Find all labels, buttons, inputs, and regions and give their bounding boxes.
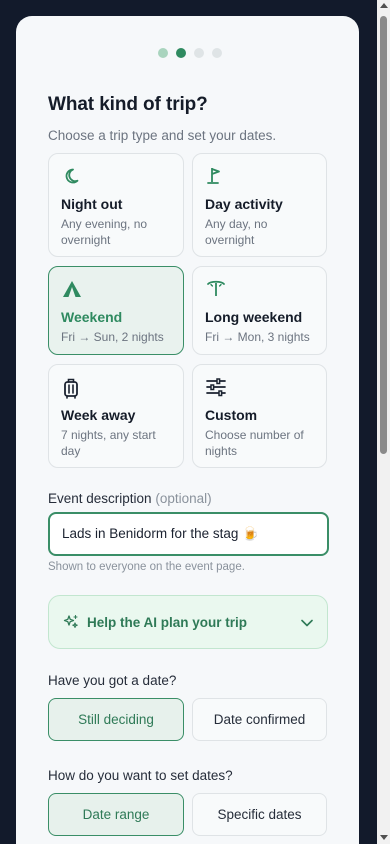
sparkles-icon [63, 614, 79, 630]
ai-help-label: Help the AI plan your trip [87, 614, 248, 630]
trip-type-title: Week away [61, 407, 136, 423]
trip-type-grid: Night out Any evening, no overnight Day … [48, 153, 327, 468]
trip-type-desc: 7 nights, any start day [61, 428, 156, 458]
description-hint: Shown to everyone on the event page. [48, 561, 245, 573]
step-dot-2 [175, 48, 186, 58]
chevron-down-icon [301, 615, 313, 630]
description-input-value: Lads in Benidorm for the stag 🍺 [62, 526, 259, 541]
step-progress [48, 48, 327, 58]
step-dot-4 [211, 48, 222, 58]
scroll-up-arrow-icon[interactable] [380, 3, 388, 8]
tent-icon [61, 279, 171, 299]
trip-type-desc: Any evening, no overnight [61, 217, 148, 247]
page-title: What kind of trip? [48, 94, 208, 115]
trip-setup-card: What kind of trip? Choose a trip type an… [16, 16, 359, 844]
scroll-down-arrow-icon[interactable] [380, 835, 388, 840]
specific-dates-button[interactable]: Specific dates [192, 793, 327, 836]
trip-type-desc: Choose number of nights [205, 428, 304, 458]
date-question-toggle: Still deciding Date confirmed [48, 698, 327, 741]
trip-type-title: Custom [205, 407, 258, 423]
date-mode-label: How do you want to set dates? [48, 768, 233, 783]
trip-type-desc: Any day, no overnight [205, 217, 268, 247]
trip-type-desc: Fri → Sun, 2 nights [61, 330, 164, 344]
description-label-text: Event description [48, 491, 152, 506]
date-confirmed-button[interactable]: Date confirmed [192, 698, 327, 741]
date-mode-toggle: Date range Specific dates [48, 793, 327, 836]
step-dot-1 [157, 48, 168, 58]
description-label: Event description (optional) [48, 491, 327, 506]
step-dot-3 [193, 48, 204, 58]
moon-icon [61, 166, 171, 186]
date-question-label: Have you got a date? [48, 673, 177, 688]
trip-type-night-out[interactable]: Night out Any evening, no overnight [48, 153, 184, 257]
page-subtitle: Choose a trip type and set your dates. [48, 128, 277, 143]
trip-type-title: Night out [61, 196, 123, 212]
trip-type-week-away[interactable]: Week away 7 nights, any start day [48, 364, 184, 468]
ai-help-panel[interactable]: Help the AI plan your trip [48, 595, 328, 649]
trip-type-long-weekend[interactable]: Long weekend Fri → Mon, 3 nights [192, 266, 327, 355]
scrollbar[interactable] [377, 0, 390, 844]
date-range-button[interactable]: Date range [48, 793, 184, 836]
umbrella-icon [205, 279, 314, 299]
flag-icon [205, 166, 314, 186]
still-deciding-button[interactable]: Still deciding [48, 698, 184, 741]
scrollbar-thumb[interactable] [380, 16, 387, 454]
trip-type-custom[interactable]: Custom Choose number of nights [192, 364, 327, 468]
trip-type-title: Day activity [205, 196, 283, 212]
trip-type-day-activity[interactable]: Day activity Any day, no overnight [192, 153, 327, 257]
trip-type-title: Weekend [61, 309, 123, 325]
sliders-icon [205, 377, 314, 397]
trip-type-title: Long weekend [205, 309, 303, 325]
description-input[interactable]: Lads in Benidorm for the stag 🍺 [48, 512, 329, 556]
trip-type-weekend[interactable]: Weekend Fri → Sun, 2 nights [48, 266, 184, 355]
trip-type-desc: Fri → Mon, 3 nights [205, 330, 310, 344]
suitcase-icon [61, 377, 171, 399]
description-optional-tag: (optional) [155, 491, 212, 506]
